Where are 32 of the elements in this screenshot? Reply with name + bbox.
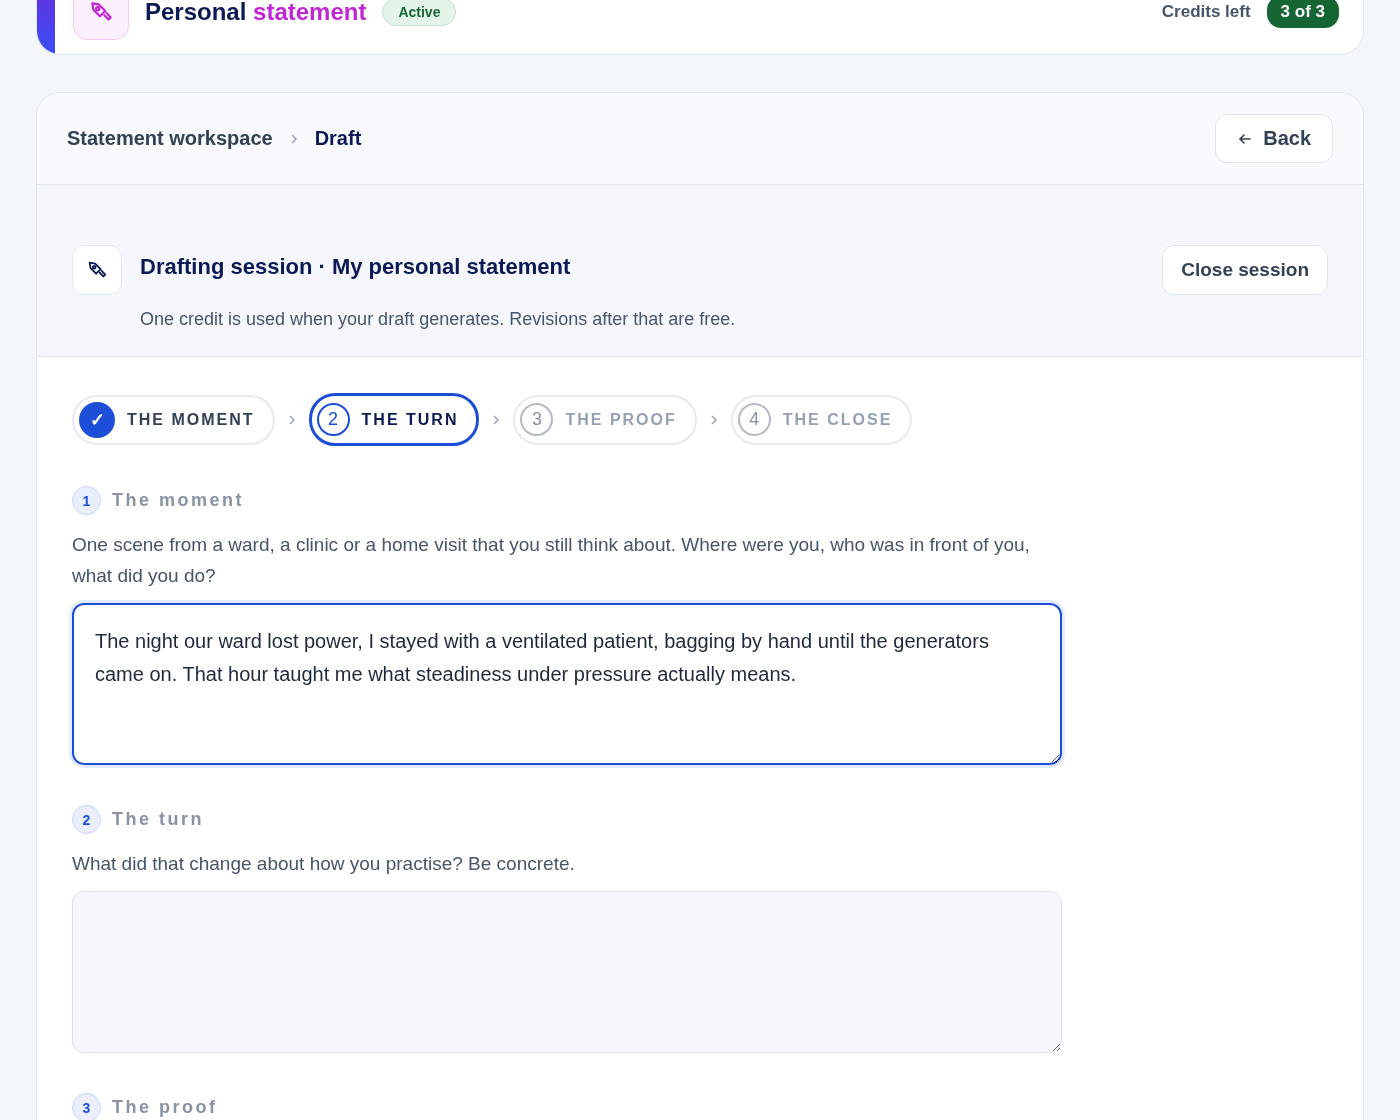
- session-note: One credit is used when your draft generates. Revisions after that are free.: [140, 309, 737, 330]
- breadcrumb-link[interactable]: Statement workspace: [67, 127, 273, 150]
- credits-label: Credits left: [1161, 2, 1251, 22]
- number-badge: 3: [72, 1093, 101, 1120]
- back-button[interactable]: Back: [1215, 114, 1333, 163]
- question-prompt: What did that change about how you practise? Be concrete.: [72, 852, 576, 876]
- session-title: Drafting session · My personal statement: [140, 254, 572, 280]
- step-number: ✓: [79, 401, 115, 438]
- step-tab[interactable]: ✓ THE MOMENT: [72, 394, 275, 445]
- number-badge: 2: [72, 805, 101, 834]
- question-prompt: One scene from a ward, a clinic or a home visit that you still think about. Where were you, who was in front of you, what did you do?: [72, 533, 1031, 588]
- pen-icon: [73, 0, 129, 40]
- number-badge: 1: [72, 486, 101, 515]
- breadcrumb-link[interactable]: Draft: [314, 127, 362, 150]
- chevron-icon: [491, 413, 502, 426]
- page-title: Personal statement: [145, 0, 367, 26]
- chevron-icon: [288, 132, 299, 145]
- credits-badge: 3 of 3: [1266, 0, 1339, 28]
- chevron-icon: [286, 413, 297, 426]
- step-tab[interactable]: 2 THE TURN: [308, 393, 480, 446]
- question-label: The moment: [112, 490, 244, 511]
- step-number: 2: [316, 403, 350, 436]
- step-number: 3: [520, 403, 554, 436]
- chevron-icon: [708, 413, 719, 426]
- answer-field[interactable]: The night our ward lost power, I stayed with a ventilated patient, bagging by hand until the generators came on. That hour taught me what steadiness under pressure actually means.: [72, 603, 1062, 765]
- pen-icon: [72, 245, 122, 295]
- close-session-button[interactable]: Close session: [1162, 245, 1328, 295]
- answer-field[interactable]: [72, 891, 1062, 1053]
- question-label: The proof: [112, 1097, 218, 1118]
- status-badge: Active: [382, 0, 457, 26]
- step-number: 4: [737, 403, 771, 436]
- question-label: The turn: [112, 809, 204, 830]
